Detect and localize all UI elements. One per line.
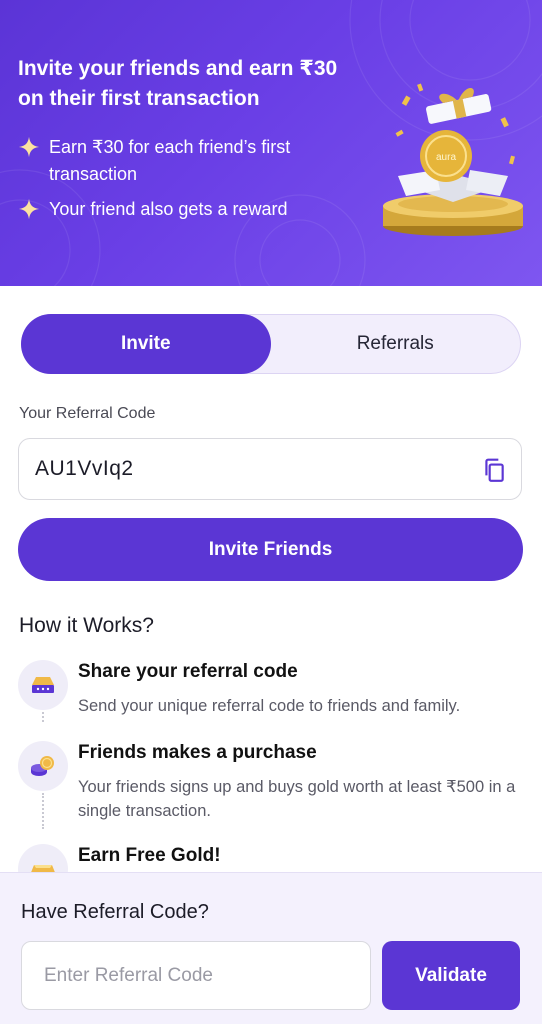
gift-coin-illustration: aura xyxy=(383,83,523,236)
hero-points: Earn ₹30 for each friend’s first transac… xyxy=(18,134,358,231)
sparkle-icon xyxy=(18,198,40,220)
referral-code-input[interactable] xyxy=(21,941,371,1010)
referral-code-value: AU1VvIq2 xyxy=(35,457,134,480)
copy-icon[interactable] xyxy=(481,457,507,483)
step-item: Share your referral code Send your uniqu… xyxy=(18,660,528,722)
hero-banner: Invite your friends and earn ₹30 on thei… xyxy=(0,0,542,286)
referral-code-field: AU1VvIq2 xyxy=(18,438,522,500)
hero-title: Invite your friends and earn ₹30 on thei… xyxy=(18,57,338,110)
have-referral-code-panel: Have Referral Code? Validate xyxy=(0,872,542,1024)
step-connector xyxy=(42,712,44,722)
step-desc: Send your unique referral code to friend… xyxy=(78,697,461,715)
tab-referrals[interactable]: Referrals xyxy=(271,315,521,373)
coin-logo-text: aura xyxy=(436,152,456,163)
referral-code-label: Your Referral Code xyxy=(19,405,156,422)
sparkle-icon xyxy=(18,136,40,158)
coin-stack-icon xyxy=(18,741,68,791)
step-title: Share your referral code xyxy=(78,661,298,682)
how-it-works-title: How it Works? xyxy=(19,614,154,637)
invite-friends-button[interactable]: Invite Friends xyxy=(18,518,523,581)
tab-switcher: Invite Referrals xyxy=(21,314,521,374)
hero-point-text: Earn ₹30 for each friend’s first transac… xyxy=(49,137,291,184)
step-desc: Your friends signs up and buys gold wort… xyxy=(78,778,516,820)
step-connector xyxy=(42,793,44,829)
ticket-icon xyxy=(18,660,68,710)
step-title: Friends makes a purchase xyxy=(78,742,317,763)
validate-button[interactable]: Validate xyxy=(382,941,520,1010)
step-title: Earn Free Gold! xyxy=(78,845,221,866)
tab-invite[interactable]: Invite xyxy=(21,314,271,374)
have-referral-code-title: Have Referral Code? xyxy=(21,901,209,923)
hero-point-text: Your friend also gets a reward xyxy=(49,199,288,219)
hero-point: Your friend also gets a reward xyxy=(18,196,358,223)
step-item: Friends makes a purchase Your friends si… xyxy=(18,741,528,831)
hero-point: Earn ₹30 for each friend’s first transac… xyxy=(18,134,358,188)
